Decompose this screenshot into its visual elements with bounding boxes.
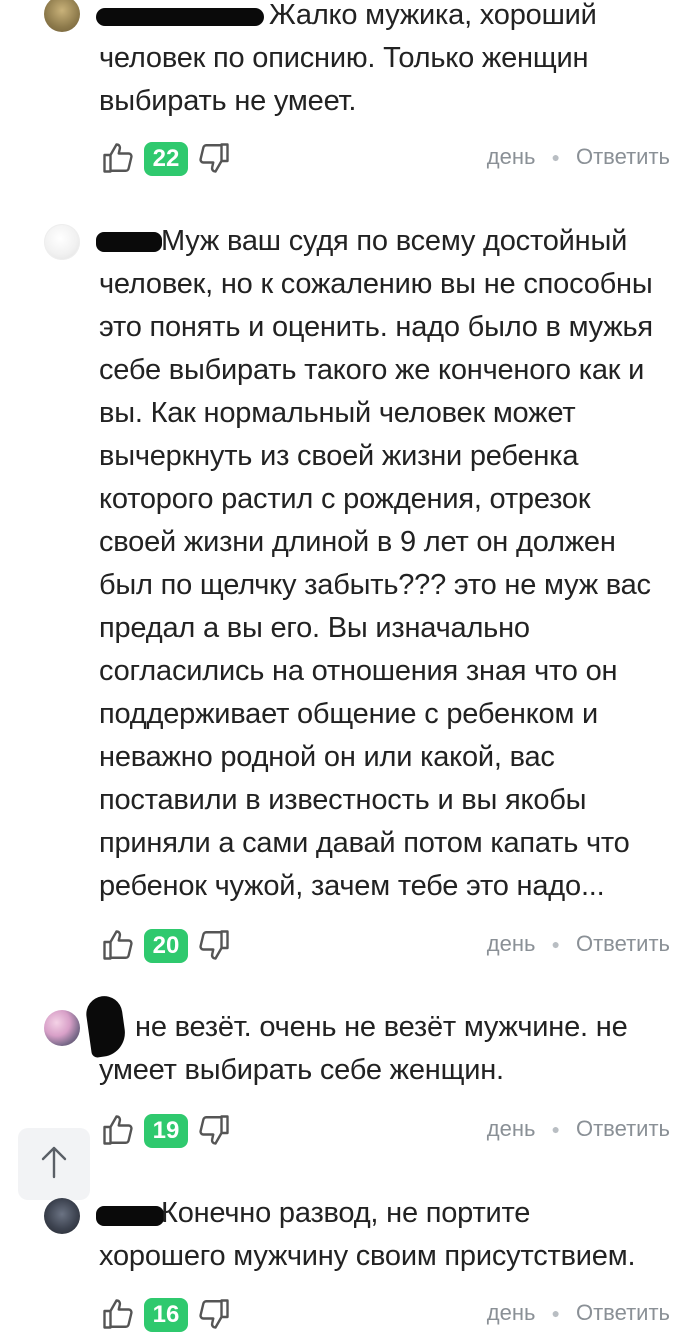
thumbs-down-icon[interactable] (196, 1112, 232, 1148)
scroll-to-top-button[interactable] (18, 1128, 90, 1200)
comment-meta: день ● Ответить (487, 931, 670, 957)
comment-actions: 16 день ● Ответить (0, 1294, 700, 1338)
vote-count-badge: 19 (144, 1114, 188, 1148)
comment-text: не везёт. очень не везёт мужчине. не уме… (99, 1011, 628, 1086)
thumbs-up-icon[interactable] (100, 140, 136, 176)
comment-text: Жалко мужика, хороший человек по описнию… (99, 0, 597, 117)
avatar[interactable] (44, 1010, 80, 1046)
arrow-up-icon (39, 1145, 69, 1184)
comment-actions: 22 день ● Ответить (0, 138, 700, 182)
comment-actions: 20 день ● Ответить (0, 925, 700, 969)
thumbs-down-icon[interactable] (196, 1296, 232, 1332)
comment-meta: день ● Ответить (487, 1116, 670, 1142)
thumbs-up-icon[interactable] (100, 1112, 136, 1148)
thumbs-down-icon[interactable] (196, 140, 232, 176)
separator-dot: ● (551, 149, 560, 165)
separator-dot: ● (551, 936, 560, 952)
comment-meta: день ● Ответить (487, 144, 670, 170)
thumbs-up-icon[interactable] (100, 927, 136, 963)
separator-dot: ● (551, 1305, 560, 1321)
avatar[interactable] (44, 0, 80, 32)
thumbs-up-icon[interactable] (100, 1296, 136, 1332)
reply-button[interactable]: Ответить (576, 144, 670, 170)
comment-text: Муж ваш судя по всему достойный человек,… (99, 225, 653, 902)
reply-button[interactable]: Ответить (576, 1116, 670, 1142)
avatar[interactable] (44, 1198, 80, 1234)
comment-time: день (486, 1116, 536, 1141)
reply-button[interactable]: Ответить (576, 931, 670, 957)
avatar[interactable] (44, 224, 80, 260)
comment-actions: 19 день ● Ответить (0, 1110, 700, 1154)
vote-count-badge: 20 (144, 929, 188, 963)
comment-time: день (486, 1300, 536, 1325)
comment-time: день (486, 931, 536, 956)
reply-button[interactable]: Ответить (576, 1300, 670, 1326)
separator-dot: ● (551, 1121, 560, 1137)
comment-text: Конечно развод, не портите хорошего мужч… (99, 1197, 636, 1272)
vote-count-badge: 16 (144, 1298, 188, 1332)
comment-time: день (486, 144, 536, 169)
thumbs-down-icon[interactable] (196, 927, 232, 963)
comment-meta: день ● Ответить (487, 1300, 670, 1326)
vote-count-badge: 22 (144, 142, 188, 176)
